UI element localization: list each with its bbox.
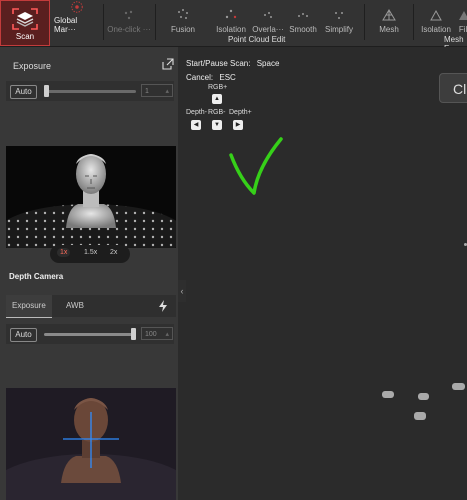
flash-icon[interactable] [158, 300, 168, 312]
zoom-2x[interactable]: 2x [110, 249, 117, 256]
spinner-arrows-icon[interactable]: ▴ [165, 328, 169, 341]
checkmark-annotation [229, 137, 283, 195]
rgb-camera-view[interactable] [6, 388, 176, 500]
spinner-arrows-icon[interactable]: ▴ [165, 85, 169, 98]
mesh-isolation-button[interactable]: Isolation [418, 0, 454, 34]
simplify-icon [335, 12, 343, 19]
scan-label: Scan [15, 31, 35, 41]
simplify-label: Simplify [324, 25, 353, 34]
arrow-up-icon: ▲ [212, 94, 222, 104]
scan-icon [12, 7, 38, 30]
depth-exposure-controls: Auto 1 ▴ [6, 81, 174, 101]
isolation-button[interactable]: Isolation [212, 0, 250, 34]
depth-exposure-slider-thumb[interactable] [44, 85, 49, 97]
depth-exposure-value[interactable]: 1 ▴ [141, 84, 173, 97]
zoom-1x[interactable]: 1x [57, 248, 71, 257]
point-cloud-fragment [414, 412, 426, 420]
fusion-icon [178, 9, 188, 19]
arrow-down-icon: ▼ [212, 120, 222, 130]
cancel-hint: Cancel: ESC [186, 73, 236, 82]
rgb-exposure-controls: Auto 100 ▴ [6, 324, 174, 344]
point-cloud-fragment [382, 391, 394, 398]
one-click-button[interactable]: One-click ··· [106, 0, 152, 34]
rgb-auto-button[interactable]: Auto [10, 328, 37, 342]
fill-button[interactable]: Fill [454, 0, 467, 34]
depth-minus-label: Depth- [186, 109, 208, 116]
fusion-label: Fusion [170, 25, 195, 34]
mesh-button[interactable]: Mesh [374, 0, 404, 34]
smooth-button[interactable]: Smooth [286, 0, 320, 34]
rgb-exposure-slider-track[interactable] [44, 333, 134, 336]
isolation-icon [225, 9, 237, 19]
fusion-button[interactable]: Fusion [166, 0, 200, 34]
toolbar-divider [103, 4, 104, 40]
tab-awb[interactable]: AWB [60, 295, 90, 317]
toolbar-divider [364, 4, 365, 40]
left-panel: Exposure Auto 1 ▴ 1x 1.5x 2x Depth Camer… [0, 47, 178, 500]
smooth-icon [298, 13, 308, 17]
rgb-plus-label: RGB+ [208, 84, 228, 91]
overlap-label: Overla··· [252, 25, 284, 34]
rgb-exposure-value[interactable]: 100 ▴ [141, 327, 173, 340]
one-click-label: One-click ··· [107, 25, 151, 34]
depth-auto-button[interactable]: Auto [10, 85, 37, 99]
rgb-exposure-slider-thumb[interactable] [131, 328, 136, 340]
zoom-selector: 1x 1.5x 2x [50, 245, 130, 263]
depth-exposure-slider-track[interactable] [44, 90, 136, 93]
fill-icon [459, 11, 467, 20]
rgb-minus-label: RGB- [208, 109, 226, 116]
cancel-key: ESC [219, 73, 236, 82]
start-pause-hint: Start/Pause Scan: Space [186, 59, 279, 68]
toolbar: Scan Global Mar··· One-click ··· Fusion … [0, 0, 467, 53]
point-cloud-edit-group-label: Point Cloud Edit [228, 35, 286, 44]
mesh-icon [382, 9, 396, 21]
zoom-1-5x[interactable]: 1.5x [84, 249, 97, 256]
mesh-isolation-label: Isolation [421, 25, 451, 34]
one-click-icon [124, 10, 133, 20]
rgb-tab-bar: Exposure AWB [6, 295, 176, 318]
smooth-label: Smooth [289, 25, 317, 34]
3d-viewport[interactable]: Start/Pause Scan: Space Cancel: ESC RGB+… [186, 47, 467, 500]
start-pause-label: Start/Pause Scan: [186, 59, 251, 68]
toolbar-divider [413, 4, 414, 40]
cancel-label: Cancel: [186, 73, 214, 82]
depth-plus-label: Depth+ [229, 109, 252, 116]
markers-icon [71, 1, 83, 13]
arrow-left-icon: ◀ [191, 120, 201, 130]
depth-camera-view[interactable] [6, 146, 176, 248]
depth-exposure-value-text: 1 [145, 88, 149, 95]
point-cloud-fragment [418, 393, 429, 400]
global-markers-label: Global Mar··· [54, 16, 78, 34]
close-button[interactable]: Cl [439, 73, 467, 103]
point-cloud-fragment [452, 383, 465, 390]
mesh-label: Mesh [379, 25, 399, 34]
rgb-exposure-value-text: 100 [145, 331, 157, 338]
overlap-icon [264, 12, 272, 18]
overlap-button[interactable]: Overla··· [251, 0, 285, 34]
mesh-isolation-icon [430, 9, 442, 21]
tab-exposure[interactable]: Exposure [6, 295, 52, 318]
simplify-button[interactable]: Simplify [321, 0, 357, 34]
depth-camera-label: Depth Camera [9, 272, 64, 281]
fill-label: Fill [458, 25, 467, 34]
start-pause-key: Space [256, 59, 280, 68]
toolbar-divider [155, 4, 156, 40]
bust-depth-image [6, 146, 176, 248]
popout-icon[interactable] [162, 58, 174, 70]
global-markers-button[interactable]: Global Mar··· [54, 0, 100, 34]
exposure-panel-header: Exposure [6, 53, 176, 71]
exposure-title: Exposure [13, 61, 52, 71]
isolation-label: Isolation [216, 25, 246, 34]
bust-rgb-image [6, 388, 176, 500]
arrow-right-icon: ▶ [233, 120, 243, 130]
scan-button[interactable]: Scan [0, 0, 50, 46]
collapse-panel-button[interactable]: ‹ [178, 280, 186, 302]
